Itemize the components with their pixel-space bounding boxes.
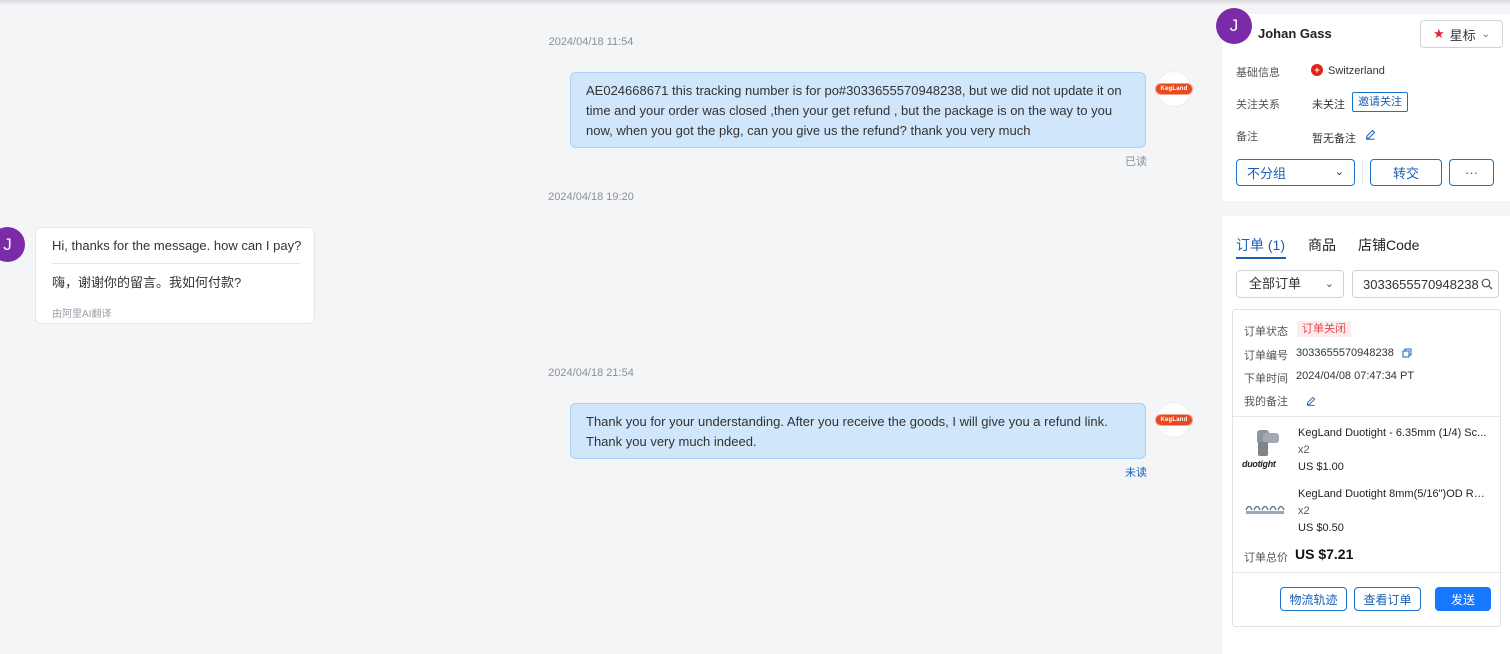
star-button[interactable]: ★ 星标 ⌄: [1420, 20, 1503, 48]
order-card: 订单状态 订单关闭 订单编号 3033655570948238 下单时间 202…: [1232, 309, 1501, 627]
tab-orders[interactable]: 订单 (1): [1236, 235, 1285, 255]
seller-avatar: KegLand: [1155, 71, 1193, 107]
order-filter-value: 全部订单: [1249, 276, 1302, 291]
chevron-down-icon: ⌄: [1324, 278, 1334, 290]
order-panel: 订单 (1) 商品 店铺Code 全部订单 ⌄ 订单状态 订单关闭 订单编号 3…: [1222, 216, 1510, 654]
invite-follow-button[interactable]: 邀请关注: [1352, 92, 1408, 112]
flag-icon: +: [1311, 64, 1323, 76]
customer-name: Johan Gass: [1258, 26, 1332, 41]
basic-info-label: 基础信息: [1236, 67, 1280, 79]
group-select[interactable]: 不分组 ⌄: [1236, 159, 1355, 186]
order-time-label: 下单时间: [1244, 373, 1288, 385]
order-search-box[interactable]: [1352, 270, 1499, 298]
star-icon: ★: [1432, 26, 1445, 41]
group-select-value: 不分组: [1247, 166, 1287, 181]
logistics-button[interactable]: 物流轨迹: [1280, 587, 1347, 611]
product-title[interactable]: KegLand Duotight - 6.35mm (1/4) Sc...: [1298, 427, 1488, 439]
message-text: AE024668671 this tracking number is for …: [586, 83, 1122, 138]
chat-area[interactable]: 2024/04/18 11:54 AE024668671 this tracki…: [0, 4, 1212, 654]
send-order-button[interactable]: 发送: [1435, 587, 1491, 611]
chevron-down-icon: ⌄: [1481, 28, 1491, 40]
view-order-button[interactable]: 查看订单: [1354, 587, 1421, 611]
my-remark-label: 我的备注: [1244, 396, 1288, 408]
divider: [1233, 572, 1500, 573]
search-icon[interactable]: [1481, 278, 1493, 290]
edit-remark-icon[interactable]: [1306, 396, 1316, 406]
tab-store-code[interactable]: 店铺Code: [1358, 235, 1419, 255]
duotight-logo: duotight: [1242, 459, 1276, 469]
read-status: 已读: [1125, 156, 1147, 168]
incoming-message[interactable]: Hi, thanks for the message. how can I pa…: [35, 227, 315, 324]
translation-note: 由阿里AI翻译: [52, 309, 112, 320]
seller-avatar: KegLand: [1155, 402, 1193, 438]
product-title[interactable]: KegLand Duotight 8mm(5/16")OD Re...: [1298, 488, 1488, 500]
order-search-input[interactable]: [1353, 271, 1487, 297]
translation-divider: [52, 263, 300, 264]
outgoing-message[interactable]: AE024668671 this tracking number is for …: [570, 72, 1146, 148]
product-qty: x2: [1298, 444, 1310, 456]
follow-label: 关注关系: [1236, 99, 1280, 111]
fittings-image: [1245, 505, 1285, 514]
note-value: 暂无备注: [1312, 133, 1356, 145]
seller-logo: KegLand: [1155, 414, 1193, 426]
order-status-badge: 订单关闭: [1297, 321, 1351, 337]
message-text: Hi, thanks for the message. how can I pa…: [52, 238, 302, 253]
customer-info-panel: J Johan Gass ★ 星标 ⌄ 基础信息 + Switzerland 关…: [1216, 8, 1510, 201]
edit-note-icon[interactable]: [1365, 129, 1376, 140]
product-qty: x2: [1298, 505, 1310, 517]
chevron-down-icon: ⌄: [1334, 166, 1344, 178]
translation-text: 嗨，谢谢你的留言。我如何付款?: [52, 275, 242, 290]
buyer-avatar: J: [0, 227, 25, 262]
unread-status: 未读: [1125, 467, 1147, 479]
message-timestamp: 2024/04/18 21:54: [548, 367, 634, 379]
star-label: 星标: [1449, 27, 1476, 43]
product-price: US $1.00: [1298, 461, 1344, 473]
customer-avatar: J: [1216, 8, 1252, 44]
order-number: 3033655570948238: [1296, 347, 1394, 359]
seller-logo: KegLand: [1155, 83, 1193, 95]
order-status-label: 订单状态: [1244, 326, 1288, 338]
more-button[interactable]: ···: [1449, 159, 1494, 186]
divider: [1233, 416, 1500, 417]
product-thumbnail: [1244, 492, 1292, 522]
order-number-label: 订单编号: [1244, 350, 1288, 362]
button-divider: [1362, 159, 1363, 185]
active-tab-indicator: [1236, 257, 1286, 259]
order-filter-select[interactable]: 全部订单 ⌄: [1236, 270, 1344, 298]
product-thumbnail: duotight: [1242, 427, 1286, 473]
product-price: US $0.50: [1298, 522, 1344, 534]
message-text: Thank you for your understanding. After …: [586, 414, 1108, 449]
follow-value: 未关注: [1312, 99, 1345, 111]
tab-products[interactable]: 商品: [1308, 235, 1336, 255]
message-timestamp: 2024/04/18 11:54: [548, 36, 634, 48]
copy-icon[interactable]: [1402, 348, 1412, 358]
country: Switzerland: [1328, 65, 1385, 77]
order-time: 2024/04/08 07:47:34 PT: [1296, 370, 1415, 382]
message-timestamp: 2024/04/18 19:20: [548, 191, 634, 203]
note-label: 备注: [1236, 131, 1258, 143]
order-total-label: 订单总价: [1244, 552, 1288, 564]
transfer-button[interactable]: 转交: [1370, 159, 1442, 186]
outgoing-message[interactable]: Thank you for your understanding. After …: [570, 403, 1146, 459]
order-total: US $7.21: [1295, 546, 1354, 562]
